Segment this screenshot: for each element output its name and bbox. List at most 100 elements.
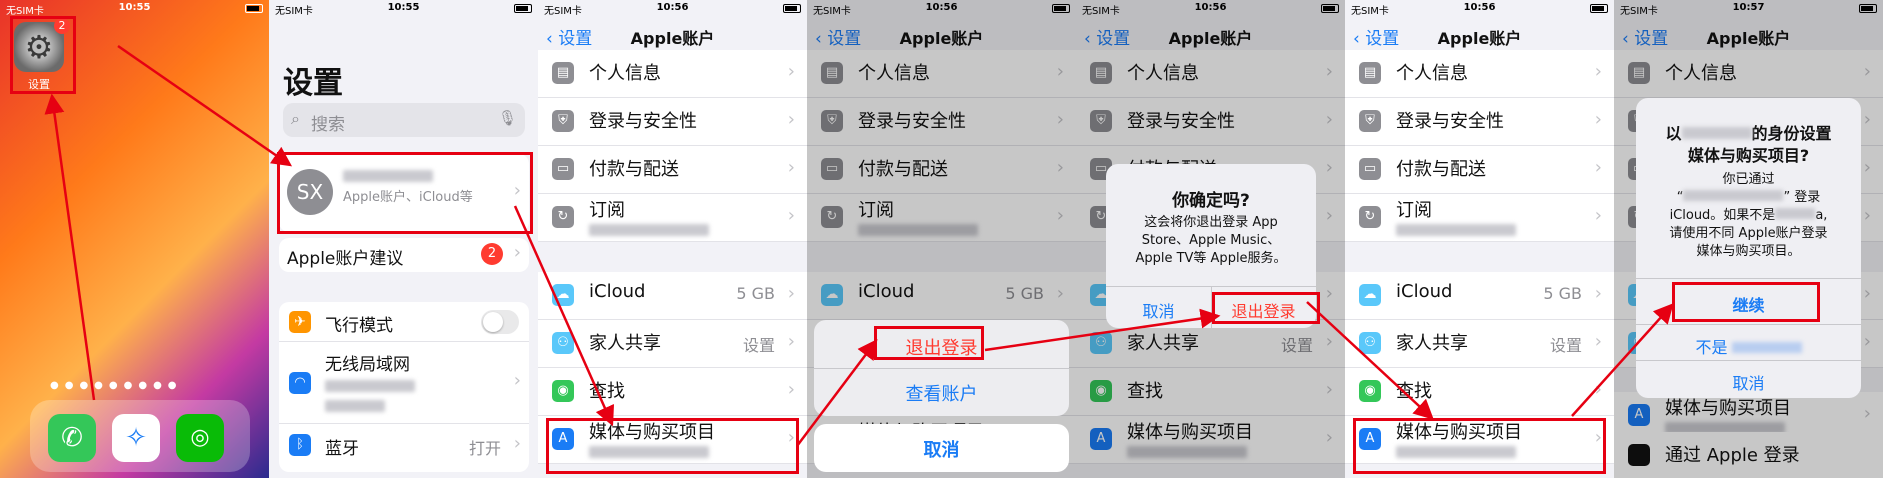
suggestion-label: Apple账户建议 [287, 249, 404, 269]
list-item-value: 设置 [1549, 336, 1582, 355]
list-item-subscription[interactable]: ↻ 订阅 › [1345, 194, 1614, 242]
list-item-find[interactable]: ◉ 查找 › [538, 368, 807, 416]
alert-title: 你确定吗? [1172, 191, 1250, 211]
cancel-sheet: 取消 [814, 424, 1069, 472]
page-dots: ●●●●●●●●● [50, 380, 183, 391]
blurred-name [1731, 342, 1802, 353]
wlan-label: 无线局域网 [325, 355, 410, 375]
nav-title: Apple账户 [630, 29, 715, 48]
list-item-security[interactable]: ⛨ 登录与安全性 › [1345, 98, 1614, 146]
blurred-name [1775, 208, 1816, 219]
highlight-box [1353, 418, 1606, 474]
blurred-email [1683, 190, 1784, 201]
airplane-toggle[interactable] [481, 310, 519, 334]
list-item-label: 登录与安全性 [589, 111, 697, 132]
time-label: 10:56 [656, 2, 689, 13]
settings-group: ✈ 飞行模式 ◠ 无线局域网 › ᛒ 蓝牙 打开 › [279, 302, 529, 472]
list-item-label: 付款与配送 [589, 159, 679, 180]
chevron-right-icon: › [1594, 109, 1602, 130]
alert-line: 你已通过 [1722, 172, 1775, 187]
time-label: 10:55 [387, 2, 420, 13]
divider [814, 368, 1069, 369]
highlight-box [1672, 282, 1820, 322]
security-icon: ⛨ [552, 110, 574, 132]
security-icon: ⛨ [1359, 110, 1381, 132]
alert-line: 媒体与购买项目。 [1696, 244, 1801, 259]
icloud-icon: ☁ [1359, 284, 1381, 306]
list-item-personal[interactable]: ▤ 个人信息 › [538, 50, 807, 98]
divider [1636, 278, 1861, 279]
list-item-personal[interactable]: ▤ 个人信息 › [1345, 50, 1614, 98]
chevron-right-icon: › [787, 109, 795, 130]
chevron-right-icon: › [1594, 61, 1602, 82]
mic-icon: 🎙 [497, 109, 517, 127]
airplane-label: 飞行模式 [325, 316, 393, 336]
list-item-payment[interactable]: ▭ 付款与配送 › [1345, 146, 1614, 194]
battery-icon [514, 4, 532, 13]
list-item-family[interactable]: ⚇ 家人共享 设置 › [538, 320, 807, 368]
battery-icon [783, 4, 801, 13]
list-item-label: 订阅 [1396, 200, 1432, 221]
find-icon: ◉ [1359, 380, 1381, 402]
list-item-family[interactable]: ⚇ 家人共享 设置 › [1345, 320, 1614, 368]
phone-app-icon[interactable]: ✆ [48, 414, 96, 462]
chevron-right-icon: › [787, 157, 795, 178]
time-label: 10:56 [1463, 2, 1496, 13]
chevron-right-icon: › [513, 370, 521, 391]
chevron-right-icon: › [787, 61, 795, 82]
suggestion-row[interactable]: Apple账户建议 2 › [279, 238, 529, 272]
chevron-right-icon: › [787, 283, 795, 304]
cancel-button[interactable]: 取消 [814, 436, 1069, 462]
highlight-box [1212, 292, 1320, 324]
highlight-box [277, 152, 533, 234]
cancel-button[interactable]: 取消 [1636, 370, 1861, 394]
list-item-label: iCloud [589, 281, 646, 302]
bluetooth-label: 蓝牙 [325, 439, 359, 459]
alert-title-prefix: 以 [1665, 124, 1682, 143]
bluetooth-row[interactable]: ᛒ 蓝牙 打开 › [279, 424, 529, 466]
alert-line-part: “ [1676, 190, 1684, 205]
apple-account-panel: 无SIM卡10:56‹ 设置Apple账户▤个人信息›⛨登录与安全性›▭付款与配… [1345, 0, 1614, 478]
apple-account-panel: 无SIM卡10:56‹ 设置Apple账户▤个人信息›⛨登录与安全性›▭付款与配… [807, 0, 1076, 478]
chevron-right-icon: › [1594, 283, 1602, 304]
search-icon: ⌕ [291, 109, 300, 128]
highlight-box [10, 16, 76, 94]
highlight-box [546, 418, 799, 474]
cancel-button[interactable]: 取消 [1106, 298, 1211, 322]
list-item-value: 设置 [742, 336, 775, 355]
list-item-find[interactable]: ◉ 查找 › [1345, 368, 1614, 416]
list-item-security[interactable]: ⛨ 登录与安全性 › [538, 98, 807, 146]
personal-icon: ▤ [1359, 62, 1381, 84]
list-item-label: iCloud [1396, 281, 1453, 302]
wechat-app-icon[interactable]: ◎ [176, 414, 224, 462]
view-account-action[interactable]: 查看账户 [814, 380, 1069, 406]
blurred-value [589, 224, 709, 236]
wlan-row[interactable]: ◠ 无线局域网 › [279, 342, 529, 424]
alert-line-part: iCloud。如果不是 [1669, 208, 1776, 223]
alert-title-line2: 媒体与购买项目? [1687, 146, 1810, 165]
list-item-icloud[interactable]: ☁ iCloud 5 GB › [1345, 272, 1614, 320]
divider [1636, 324, 1861, 325]
wifi-icon: ◠ [289, 372, 311, 394]
payment-icon: ▭ [552, 158, 574, 180]
alert-line: 请使用不同 Apple账户登录 [1669, 226, 1828, 241]
battery-icon [1590, 4, 1608, 13]
safari-app-icon[interactable]: ✧ [112, 414, 160, 462]
not-me-button[interactable]: 不是 [1636, 334, 1861, 358]
alert-title: 以 的身份设置 [1636, 120, 1861, 144]
status-bar: 无SIM卡 10:56 [1345, 0, 1614, 18]
list-item-icloud[interactable]: ☁ iCloud 5 GB › [538, 272, 807, 320]
search-field[interactable]: ⌕ 搜索 🎙 [283, 103, 525, 137]
list-item-label: 查找 [1396, 381, 1432, 402]
list-item-payment[interactable]: ▭ 付款与配送 › [538, 146, 807, 194]
wlan-value-blurred [325, 380, 415, 392]
list-item-subscription[interactable]: ↻ 订阅 › [538, 194, 807, 242]
status-bar: 无SIM卡 10:56 [538, 0, 807, 18]
payment-icon: ▭ [1359, 158, 1381, 180]
toggle-knob [483, 312, 503, 332]
search-placeholder: 搜索 [311, 115, 345, 135]
family-icon: ⚇ [1359, 332, 1381, 354]
time-label: 10:55 [118, 2, 151, 13]
airplane-icon: ✈ [289, 311, 311, 333]
apple-account-panel: 无SIM卡10:56‹ 设置Apple账户▤个人信息›⛨登录与安全性›▭付款与配… [538, 0, 807, 478]
